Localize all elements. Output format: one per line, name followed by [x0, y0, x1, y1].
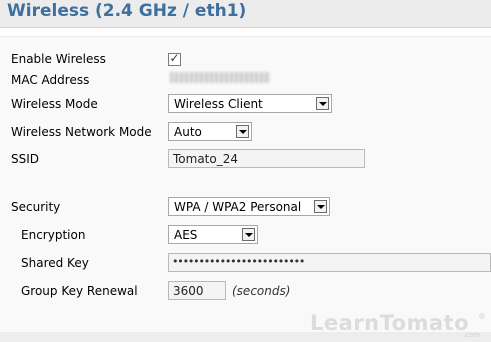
shared-key-value: •••••••••••••••••••••••••: [172, 255, 305, 268]
watermark-domain: .com: [463, 331, 481, 339]
wireless-mode-label: Wireless Mode: [11, 97, 98, 111]
enable-wireless-checkbox[interactable]: ✓: [168, 51, 181, 66]
security-label: Security: [11, 200, 61, 214]
security-value: WPA / WPA2 Personal: [174, 200, 302, 214]
dropdown-arrow-icon[interactable]: [314, 200, 327, 213]
checkmark-icon: ✓: [169, 51, 180, 65]
mac-address-value-redacted: [170, 72, 270, 83]
wireless-mode-select[interactable]: Wireless Client: [168, 94, 332, 113]
seconds-note: (seconds): [232, 284, 291, 298]
network-mode-value: Auto: [174, 125, 202, 139]
group-key-renewal-input[interactable]: 3600: [168, 281, 226, 300]
ssid-label: SSID: [11, 152, 40, 166]
enable-wireless-label: Enable Wireless: [11, 52, 106, 66]
dropdown-arrow-icon[interactable]: [242, 228, 255, 241]
mac-address-label: MAC Address: [11, 73, 90, 87]
watermark-registered-mark: ®: [478, 312, 486, 321]
dropdown-arrow-icon[interactable]: [316, 97, 329, 110]
network-mode-select[interactable]: Auto: [168, 122, 252, 141]
encryption-label: Encryption: [21, 228, 86, 242]
security-select[interactable]: WPA / WPA2 Personal: [168, 197, 330, 216]
shared-key-input[interactable]: •••••••••••••••••••••••••: [168, 253, 491, 272]
group-key-renewal-value: 3600: [173, 284, 204, 298]
ssid-value: Tomato_24: [173, 152, 238, 166]
watermark-logo: LearnTomato: [310, 311, 470, 335]
wireless-mode-value: Wireless Client: [174, 97, 263, 111]
ssid-input[interactable]: Tomato_24: [168, 149, 365, 168]
encryption-select[interactable]: AES: [168, 225, 258, 244]
section-title: Wireless (2.4 GHz / eth1): [7, 1, 247, 21]
encryption-value: AES: [174, 228, 198, 242]
group-key-renewal-label: Group Key Renewal: [21, 284, 138, 298]
section-header: Wireless (2.4 GHz / eth1): [0, 0, 491, 28]
shared-key-label: Shared Key: [21, 256, 89, 270]
dropdown-arrow-icon[interactable]: [236, 125, 249, 138]
network-mode-label: Wireless Network Mode: [11, 125, 152, 139]
